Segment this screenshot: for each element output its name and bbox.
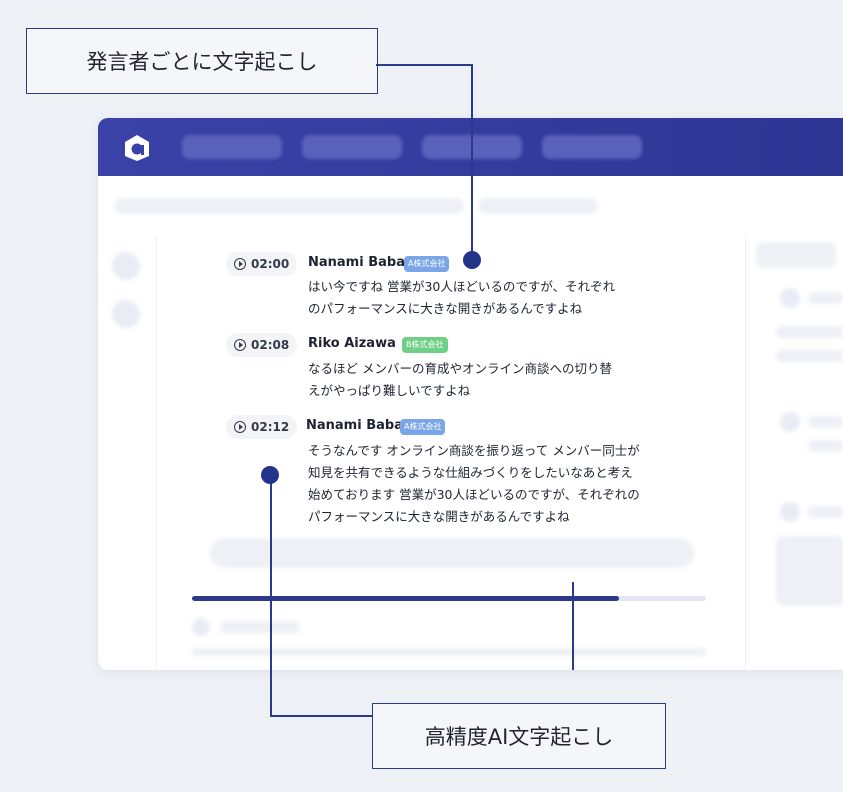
transcript-line: のパフォーマンスに大きな開きがあるんですよね [308, 301, 583, 316]
right-panel-line-3 [776, 350, 843, 362]
company-badge: A株式会社 [404, 256, 450, 272]
callout-ai-transcription: 高精度AI文字起こし [372, 703, 666, 769]
nav-item-1[interactable] [182, 135, 282, 159]
blurred-title-bar [114, 198, 464, 214]
timestamp-chip[interactable]: 02:00 [226, 252, 298, 276]
rail-icon-1[interactable] [112, 252, 140, 280]
right-panel-dot-1 [780, 412, 800, 432]
transcript-line: えがやっぱり難しいですよね [308, 383, 471, 398]
callout-speaker-transcription: 発言者ごとに文字起こし [26, 28, 378, 94]
right-panel-header [756, 242, 836, 268]
right-panel-line-1 [808, 292, 843, 304]
right-panel-line-2 [776, 326, 843, 338]
nav-item-2[interactable] [302, 135, 402, 159]
play-circle-icon [234, 339, 246, 351]
company-badge: A株式会社 [400, 419, 446, 435]
callout-text: 高精度AI文字起こし [424, 725, 614, 749]
timestamp-text: 02:08 [251, 338, 290, 352]
right-panel [745, 236, 843, 670]
play-circle-icon [234, 421, 246, 433]
connector-line [376, 64, 473, 66]
blurred-input[interactable] [210, 538, 694, 568]
speaker-name: Nanami Baba [308, 255, 405, 270]
transcript-line: パフォーマンスに大きな開きがあるんですよね [308, 509, 570, 524]
transcript-line: 知見を共有できるような仕組みづくりをしたいなあと考え [308, 465, 633, 480]
right-panel-line-4 [808, 416, 843, 428]
connector-line [471, 64, 473, 260]
right-panel-dot-2 [780, 502, 800, 522]
connector-dot [463, 251, 481, 269]
rail-icon-2[interactable] [112, 300, 140, 328]
right-panel-card [776, 536, 843, 606]
timestamp-chip[interactable]: 02:08 [226, 333, 298, 357]
timestamp-text: 02:12 [251, 420, 290, 434]
left-rail [98, 236, 157, 670]
transcript-line: そうなんです オンライン商談を振り返って メンバー同士が [308, 443, 640, 458]
transcript-line: なるほど メンバーの育成やオンライン商談への切り替 [308, 361, 612, 376]
connector-dot [261, 466, 279, 484]
right-panel-avatar [780, 288, 800, 308]
playback-progress-fill [192, 596, 619, 601]
connector-line [270, 475, 272, 717]
callout-text: 発言者ごとに文字起こし [86, 50, 318, 74]
speaker-name: Nanami Baba [306, 418, 403, 433]
nav-item-4[interactable] [542, 135, 642, 159]
blurred-avatar [192, 618, 210, 636]
right-panel-line-6 [808, 506, 843, 518]
connector-line [270, 715, 373, 717]
connector-line [572, 582, 574, 670]
right-panel-line-5 [808, 440, 843, 452]
timestamp-text: 02:00 [251, 257, 290, 271]
blurred-subtitle-bar [478, 198, 598, 214]
transcript-line: はい今ですね 営業が30人ほどいるのですが、それぞれ [308, 279, 616, 294]
app-logo-icon [125, 135, 149, 161]
transcript-line: 始めております 営業が30人ほどいるのですが、それぞれの [308, 487, 640, 502]
timestamp-chip[interactable]: 02:12 [226, 415, 298, 439]
speaker-name: Riko Aizawa [308, 336, 396, 351]
company-badge: B株式会社 [402, 337, 448, 353]
blurred-meta [220, 621, 300, 633]
play-circle-icon [234, 258, 246, 270]
